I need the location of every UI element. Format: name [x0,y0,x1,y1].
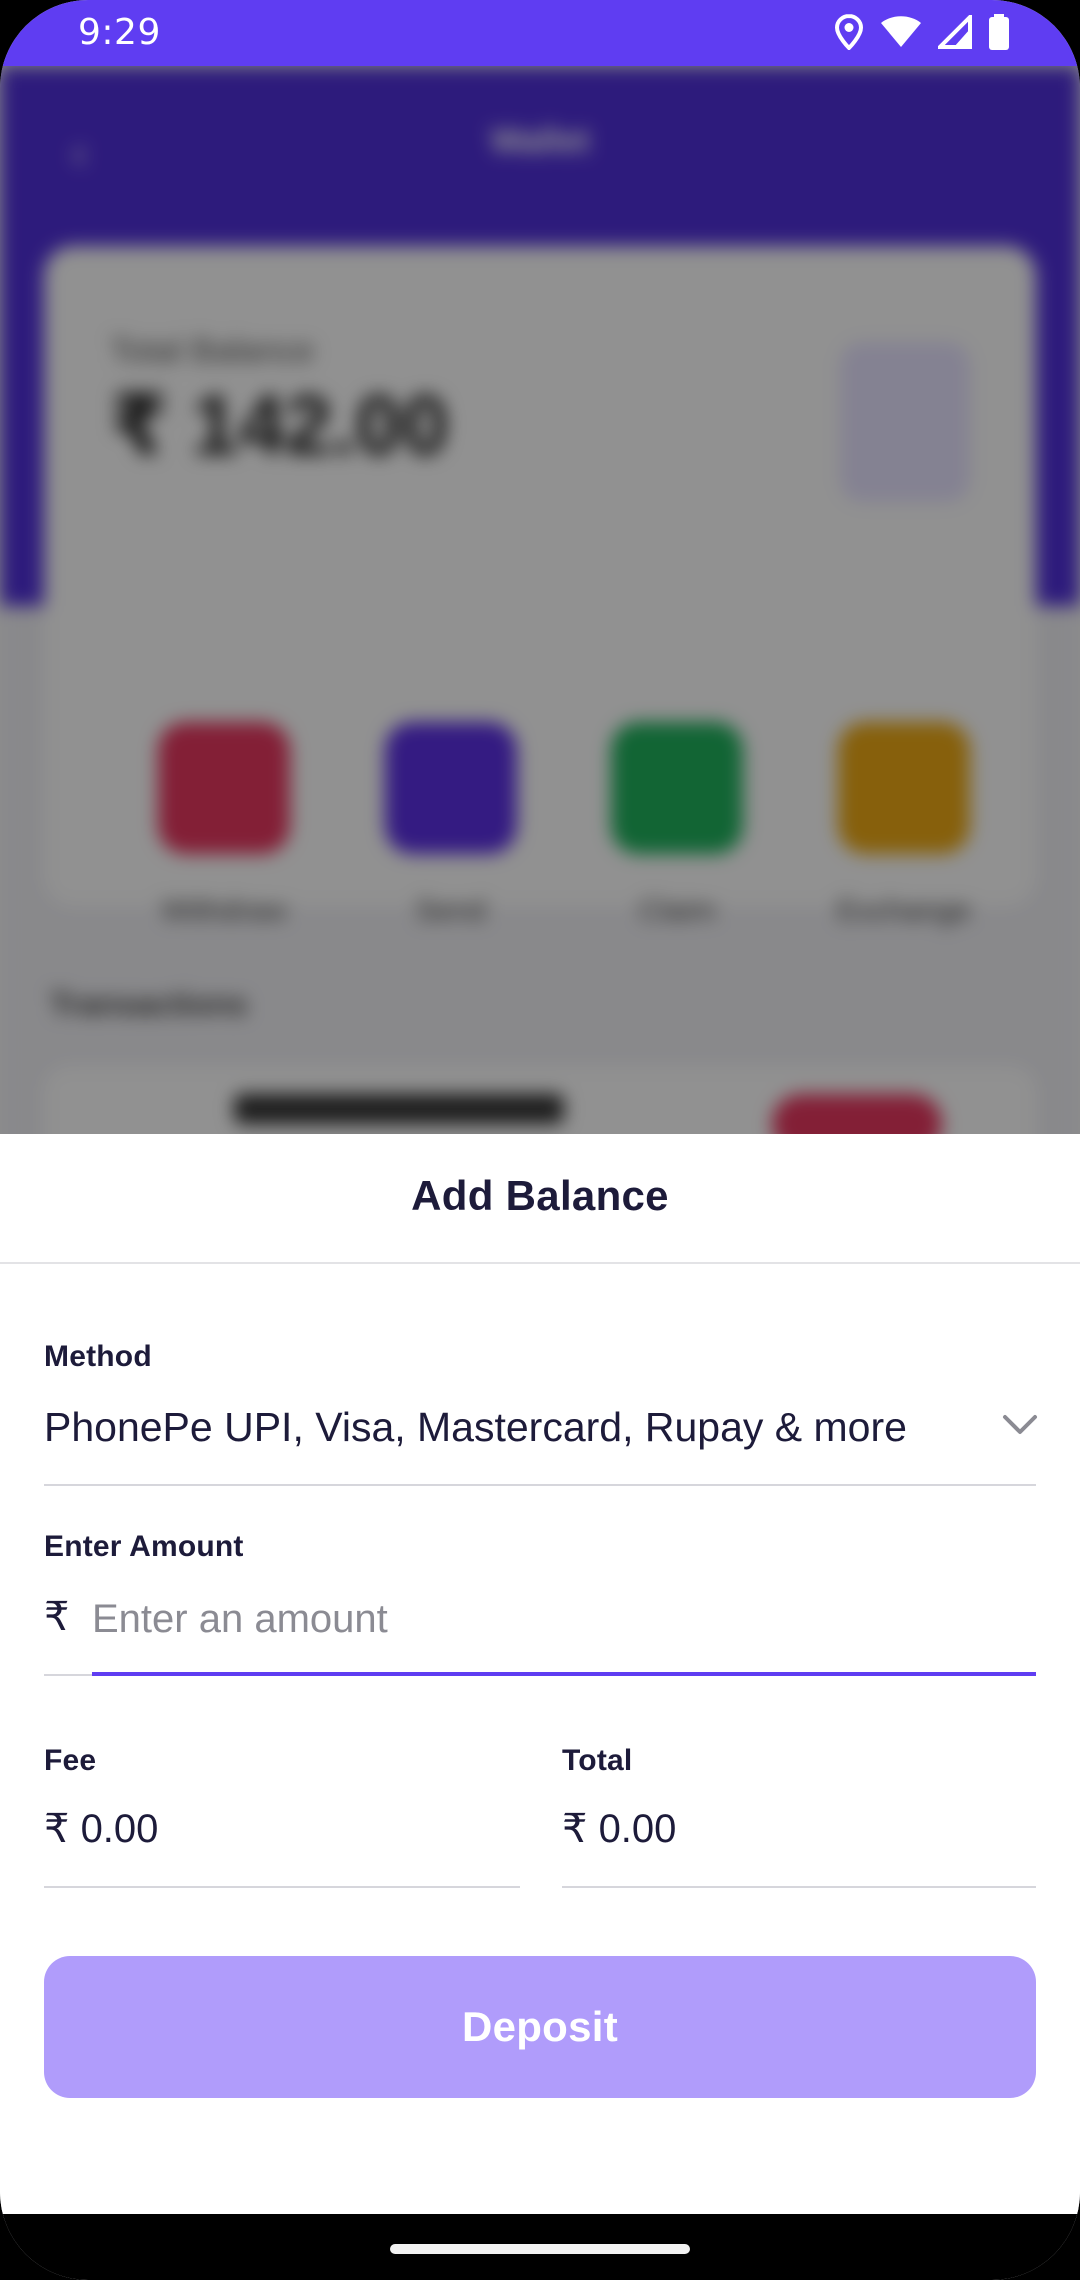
wifi-icon [880,15,922,49]
status-icons [834,14,1010,50]
location-icon [834,14,864,50]
amount-prefix-underline [44,1674,92,1676]
home-gesture-handle[interactable] [390,2244,690,2254]
method-select[interactable]: PhonePe UPI, Visa, Mastercard, Rupay & m… [44,1404,907,1451]
total-underline [562,1886,1036,1888]
add-balance-sheet: Add Balance Method PhonePe UPI, Visa, Ma… [0,1134,1080,2214]
amount-underline-focused [92,1672,1036,1676]
deposit-button[interactable]: Deposit [44,1956,1036,2098]
amount-input[interactable] [92,1586,1036,1652]
battery-icon [988,14,1010,50]
scrim-overlay[interactable] [0,66,1080,1136]
navigation-bar [0,2214,1080,2280]
total-label: Total [562,1744,633,1777]
sheet-divider [0,1262,1080,1264]
sheet-title: Add Balance [411,1172,669,1219]
rupee-symbol: ₹ [44,1595,70,1639]
chevron-down-icon[interactable] [1002,1414,1038,1441]
phone-screen: 9:29 ‹ Wallet Total Balance ₹ 142.00 Wit… [0,0,1080,2280]
total-value: ₹ 0.00 [562,1807,677,1851]
fee-label: Fee [44,1744,97,1777]
fee-value: ₹ 0.00 [44,1807,159,1851]
status-time: 9:29 [78,12,161,53]
fee-underline [44,1886,520,1888]
signal-icon [938,15,972,49]
method-underline [44,1484,1036,1486]
method-label: Method [44,1340,152,1373]
status-bar: 9:29 [0,0,1080,66]
amount-label: Enter Amount [44,1530,244,1563]
